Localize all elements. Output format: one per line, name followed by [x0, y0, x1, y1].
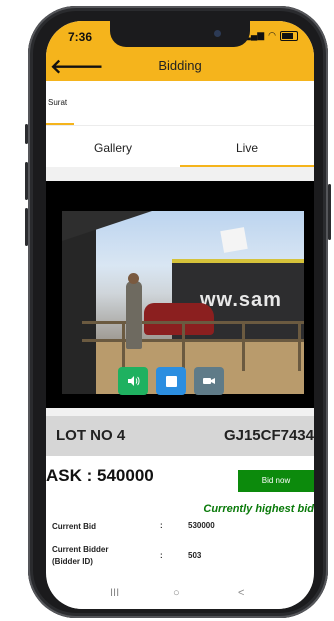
mute-switch — [25, 124, 28, 144]
ask-price: ASK : 540000 — [46, 466, 154, 485]
app-bar: 🡐 Bidding — [46, 51, 314, 81]
video-railing-lower — [82, 339, 304, 342]
video-camera-icon — [203, 378, 215, 384]
media-tabs: Gallery Live — [46, 131, 314, 167]
bid-now-button[interactable]: Bid now — [238, 470, 314, 492]
status-icons: ▂▄▆ ◠ — [244, 30, 298, 41]
recents-button[interactable]: III — [110, 587, 119, 599]
status-time: 7:36 — [68, 30, 93, 44]
divider — [46, 125, 314, 126]
system-nav-bar: III ○ < — [46, 581, 314, 609]
power-button — [328, 184, 331, 240]
notch — [110, 21, 250, 47]
current-bid-colon: : — [160, 521, 163, 530]
stop-icon — [165, 375, 177, 387]
screen: 7:36 ▂▄▆ ◠ 🡐 Bidding Surat Gallery Live — [46, 21, 314, 609]
video-car — [144, 303, 214, 335]
front-camera — [214, 30, 221, 37]
lot-number: LOT NO 4 — [56, 427, 126, 444]
current-bid-value: 530000 — [188, 521, 215, 530]
section-gap — [46, 167, 314, 181]
video-sign-text: ww.sam — [200, 289, 282, 311]
video-railing — [82, 321, 304, 324]
volume-down-button — [25, 208, 28, 246]
home-button[interactable]: ○ — [173, 587, 180, 599]
live-video-panel: ww.sam — [46, 181, 314, 408]
video-post — [182, 321, 185, 371]
current-bid-label: Current Bid — [52, 522, 96, 531]
battery-icon — [280, 30, 298, 41]
camera-button[interactable] — [194, 367, 224, 395]
video-person-head — [128, 273, 139, 284]
video-post — [242, 321, 245, 371]
video-roof — [62, 211, 152, 241]
speaker-button[interactable] — [118, 367, 148, 395]
tab-gallery[interactable]: Gallery — [46, 131, 180, 165]
wifi-icon: ◠ — [268, 30, 276, 40]
section-gap — [46, 408, 314, 416]
page-title: Bidding — [158, 58, 202, 73]
volume-up-button — [25, 162, 28, 200]
city-tab[interactable]: Surat — [48, 98, 67, 107]
video-post — [298, 321, 301, 371]
vehicle-registration: GJ15CF7434 — [223, 427, 314, 444]
tab-live[interactable]: Live — [180, 131, 314, 167]
lot-header: LOT NO 4 GJ15CF7434 — [46, 416, 314, 456]
stop-button[interactable] — [156, 367, 186, 395]
phone-frame: 7:36 ▂▄▆ ◠ 🡐 Bidding Surat Gallery Live — [25, 6, 331, 618]
current-bidder-value: 503 — [188, 551, 202, 560]
video-person — [126, 281, 142, 349]
video-post — [122, 321, 125, 371]
current-bidder-label: Current Bidder (Bidder ID) — [52, 545, 109, 566]
city-tab-row: Surat — [46, 81, 314, 125]
current-bidder-colon: : — [160, 551, 163, 560]
nav-back-button[interactable]: < — [238, 587, 244, 599]
bid-status-message: Currently highest bid — [203, 503, 314, 515]
video-flag — [220, 227, 248, 253]
video-controls — [118, 367, 224, 395]
speaker-icon — [128, 376, 140, 386]
